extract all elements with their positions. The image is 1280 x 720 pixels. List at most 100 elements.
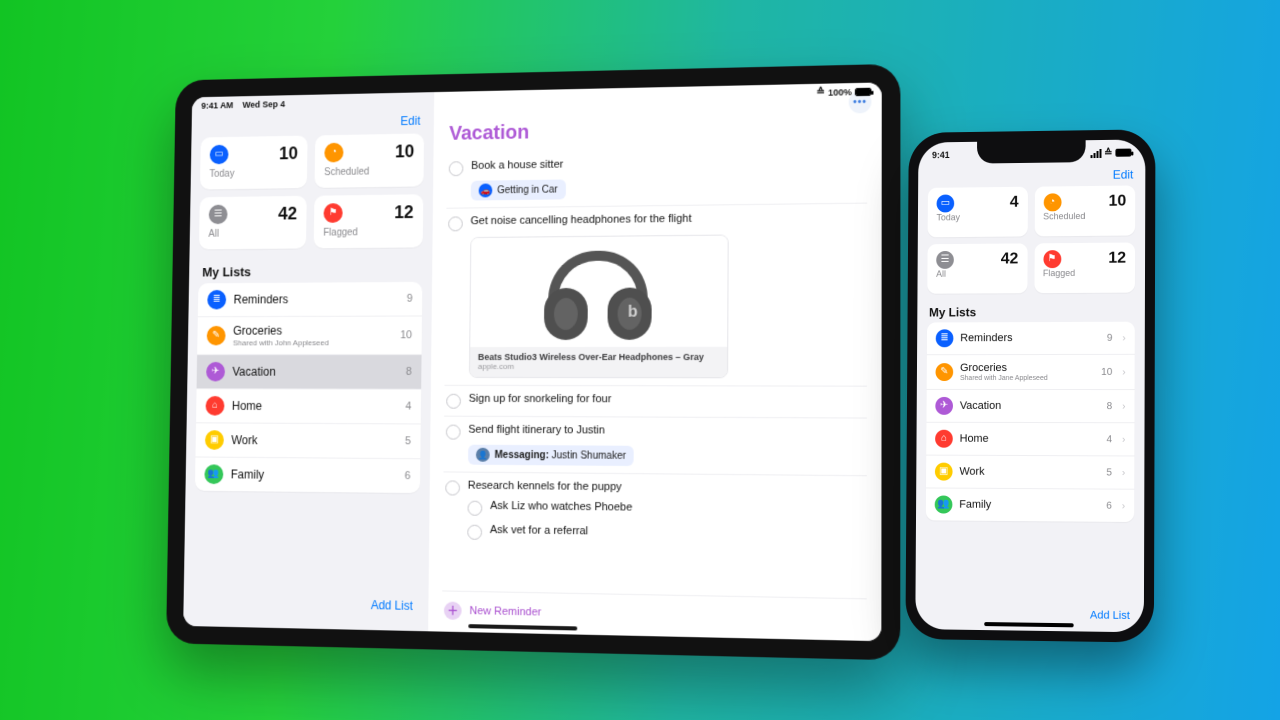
wifi-icon: ≙ <box>816 88 825 98</box>
chevron-right-icon: › <box>1122 366 1125 377</box>
smart-card-today[interactable]: ▭ 10 Today <box>200 136 308 190</box>
list-count: 6 <box>404 470 410 482</box>
smart-card-scheduled[interactable]: ◔ 10 Scheduled <box>1034 185 1135 236</box>
pencil-icon: ✎ <box>207 326 226 345</box>
reminder-item[interactable]: Research kennels for the puppy Ask Liz w… <box>443 471 867 556</box>
status-right: ≙ 100% <box>816 87 871 98</box>
add-list-button[interactable]: Add List <box>193 587 419 621</box>
edit-button[interactable]: Edit <box>1113 168 1134 182</box>
smart-lists-grid: ▭ 10 Today ◔ 10 Scheduled ☰ 42 All ⚑ 12 … <box>199 133 424 249</box>
smart-label: All <box>208 228 296 240</box>
smart-count: 12 <box>394 202 414 223</box>
reminder-items: Book a house sitter 🚗 Getting in Car Get … <box>442 147 867 599</box>
avatar-icon: 👤 <box>476 448 490 462</box>
list-row-reminders[interactable]: ≣ Reminders 9 › <box>927 322 1135 356</box>
new-reminder-button[interactable]: ＋ New Reminder <box>442 590 867 640</box>
reminder-item[interactable]: Book a house sitter 🚗 Getting in Car <box>446 147 867 208</box>
ipad-device: 9:41 AM Wed Sep 4 ≙ 100% Edit ▭ 10 Today… <box>166 64 900 661</box>
plus-icon: ＋ <box>444 602 462 620</box>
iphone-content: Edit ▭ 4 Today ◔ 10 Scheduled ☰ 42 All ⚑… <box>915 165 1145 632</box>
list-label: Vacation <box>960 400 1100 412</box>
link-preview[interactable]: Beats Studio3 Wireless Over-Ear Headphon… <box>469 235 729 379</box>
list-count: 10 <box>400 329 412 341</box>
complete-toggle[interactable] <box>467 501 482 516</box>
battery-percent: 100% <box>828 87 852 98</box>
list-row-vacation[interactable]: ✈ Vacation 8 › <box>926 390 1134 423</box>
list-icon: ≣ <box>936 329 954 347</box>
chip-text: Messaging: Justin Shumaker <box>495 449 626 461</box>
list-row-home[interactable]: ⌂ Home 4 <box>196 389 421 424</box>
edit-button[interactable]: Edit <box>400 114 420 128</box>
sub-items: Ask Liz who watches Phoebe Ask vet for a… <box>467 496 865 550</box>
home-icon: ⌂ <box>205 396 224 416</box>
chevron-right-icon: › <box>1122 467 1125 478</box>
calendar-icon: ▭ <box>210 145 229 165</box>
smart-card-flagged[interactable]: ⚑ 12 Flagged <box>1034 243 1135 294</box>
link-source: apple.com <box>478 362 719 371</box>
context-chip[interactable]: 🚗 Getting in Car <box>471 179 566 200</box>
complete-toggle[interactable] <box>446 394 461 409</box>
list-icon: ≣ <box>207 290 226 310</box>
reminder-item[interactable]: Get noise cancelling headphones for the … <box>444 203 867 386</box>
reminder-subitem[interactable]: Ask vet for a referral <box>467 520 865 550</box>
reminder-item[interactable]: Send flight itinerary to Justin 👤Messagi… <box>444 416 867 476</box>
home-icon: ⌂ <box>935 430 953 448</box>
smart-card-today[interactable]: ▭ 4 Today <box>928 187 1028 238</box>
list-count: 6 <box>1106 500 1112 511</box>
list-row-vacation[interactable]: ✈ Vacation 8 <box>197 355 422 390</box>
list-row-home[interactable]: ⌂ Home 4 › <box>926 423 1134 457</box>
my-lists: ≣ Reminders 9 ✎ GroceriesShared with Joh… <box>195 282 423 493</box>
list-label: Family <box>231 468 397 483</box>
list-label: Work <box>959 466 1099 479</box>
ipad-screen: 9:41 AM Wed Sep 4 ≙ 100% Edit ▭ 10 Today… <box>183 82 882 641</box>
list-count: 8 <box>1107 401 1113 412</box>
complete-toggle[interactable] <box>446 425 461 440</box>
chevron-right-icon: › <box>1122 434 1125 445</box>
list-label: Family <box>959 499 1099 512</box>
list-count: 10 <box>1101 366 1112 377</box>
smart-card-all[interactable]: ☰ 42 All <box>199 196 307 250</box>
list-title: Vacation <box>449 115 867 146</box>
smart-count: 10 <box>279 143 298 164</box>
car-icon: 🚗 <box>479 183 493 197</box>
list-label: Reminders <box>960 332 1100 344</box>
complete-toggle[interactable] <box>467 525 482 540</box>
list-row-family[interactable]: 👥 Family 6 <box>195 457 420 493</box>
list-sublabel: Shared with John Appleseed <box>233 338 393 347</box>
list-row-family[interactable]: 👥 Family 6 › <box>926 488 1134 522</box>
status-left: 9:41 AM Wed Sep 4 <box>201 99 285 110</box>
reminder-item[interactable]: Sign up for snorkeling for four <box>444 385 867 418</box>
smart-label: Today <box>209 168 297 180</box>
list-row-work[interactable]: ▣ Work 5 <box>195 423 420 459</box>
list-label: Home <box>960 433 1100 445</box>
chip-text: Getting in Car <box>497 184 558 196</box>
chevron-right-icon: › <box>1122 500 1125 511</box>
plane-icon: ✈ <box>935 397 953 415</box>
status-date: Wed Sep 4 <box>242 99 285 110</box>
wifi-icon: ≙ <box>1104 147 1112 158</box>
complete-toggle[interactable] <box>449 161 464 176</box>
smart-label: Scheduled <box>1043 211 1085 221</box>
list-row-reminders[interactable]: ≣ Reminders 9 <box>198 282 423 317</box>
smart-card-scheduled[interactable]: ◔ 10 Scheduled <box>314 133 424 188</box>
complete-toggle[interactable] <box>445 480 460 495</box>
list-row-work[interactable]: ▣ Work 5 › <box>926 456 1134 490</box>
context-chip[interactable]: 👤 Messaging: Justin Shumaker <box>468 445 634 466</box>
smart-lists-grid: ▭ 4 Today ◔ 10 Scheduled ☰ 42 All ⚑ 12 F… <box>927 185 1135 293</box>
complete-toggle[interactable] <box>448 216 463 231</box>
list-label: GroceriesShared with Jane Appleseed <box>960 362 1094 382</box>
smart-card-flagged[interactable]: ⚑ 12 Flagged <box>314 194 424 248</box>
list-label: GroceriesShared with John Appleseed <box>233 323 393 347</box>
list-label: Work <box>231 433 397 448</box>
reminder-title: Research kennels for the puppy <box>468 480 622 494</box>
list-row-groceries[interactable]: ✎ GroceriesShared with Jane Appleseed 10… <box>927 355 1135 390</box>
list-count: 4 <box>1106 434 1112 445</box>
notch <box>977 140 1086 163</box>
reminder-title: Book a house sitter <box>471 159 563 172</box>
list-row-groceries[interactable]: ✎ GroceriesShared with John Appleseed 10 <box>197 316 422 355</box>
brief-icon: ▣ <box>935 463 953 481</box>
brief-icon: ▣ <box>205 430 224 450</box>
smart-count: 10 <box>395 141 414 162</box>
link-image <box>470 236 727 348</box>
smart-card-all[interactable]: ☰ 42 All <box>927 243 1027 293</box>
